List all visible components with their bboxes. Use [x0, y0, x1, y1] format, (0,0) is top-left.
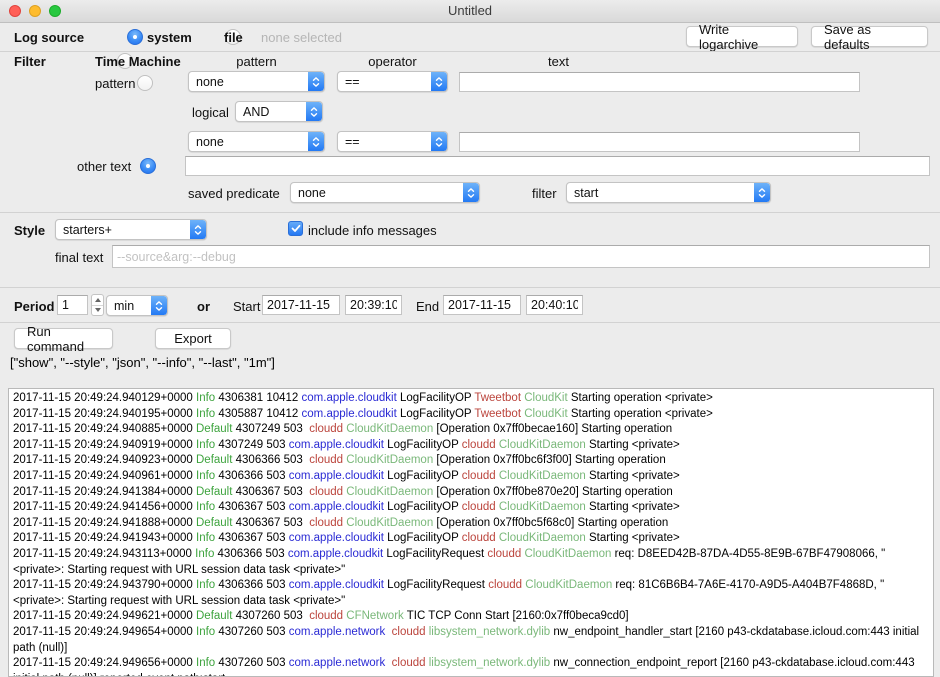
window-title: Untitled	[0, 3, 940, 18]
separator	[0, 287, 940, 288]
operator-1-select[interactable]: ==	[337, 71, 448, 92]
file-none-selected-text: none selected	[261, 30, 342, 45]
log-line: 2017-11-15 20:49:24.949656+0000 Info 430…	[13, 656, 929, 677]
log-line: 2017-11-15 20:49:24.949621+0000 Default …	[13, 609, 929, 625]
chevron-up-down-icon	[431, 72, 447, 91]
include-info-label: include info messages	[308, 223, 437, 238]
run-command-button[interactable]: Run command	[14, 328, 113, 349]
log-line: 2017-11-15 20:49:24.940195+0000 Info 430…	[13, 407, 929, 423]
end-label: End	[416, 299, 439, 314]
log-source-system-radio[interactable]	[127, 29, 143, 45]
period-value-input[interactable]	[57, 295, 88, 315]
separator	[0, 51, 940, 52]
pattern-1-select[interactable]: none	[188, 71, 325, 92]
log-source-label: Log source	[14, 30, 84, 45]
app-window: Untitled Log source system file none sel…	[0, 0, 940, 677]
chevron-up-down-icon	[308, 132, 324, 151]
filter-label: Filter	[14, 54, 46, 69]
period-label: Period	[14, 299, 54, 314]
log-line: 2017-11-15 20:49:24.943113+0000 Info 430…	[13, 547, 929, 578]
text-1-input[interactable]	[459, 72, 860, 92]
chevron-up-down-icon	[190, 220, 206, 239]
text-2-input[interactable]	[459, 132, 860, 152]
log-line: 2017-11-15 20:49:24.941384+0000 Default …	[13, 485, 929, 501]
save-as-defaults-button[interactable]: Save as defaults	[811, 26, 928, 47]
log-line: 2017-11-15 20:49:24.940129+0000 Info 430…	[13, 391, 929, 407]
include-info-checkbox[interactable]	[288, 221, 303, 236]
end-date-input[interactable]	[443, 295, 521, 315]
chevron-up-down-icon	[463, 183, 479, 202]
log-source-file-label: file	[224, 30, 243, 45]
chevron-up-down-icon	[308, 72, 324, 91]
log-line: 2017-11-15 20:49:24.941888+0000 Default …	[13, 516, 929, 532]
pattern-radio[interactable]	[137, 75, 153, 91]
command-preview-text: ["show", "--style", "json", "--info", "-…	[10, 355, 275, 370]
filter-select[interactable]: start	[566, 182, 771, 203]
stepper-down-icon[interactable]	[92, 305, 103, 316]
log-source-system-label: system	[147, 30, 192, 45]
write-logarchive-button[interactable]: Write logarchive	[686, 26, 798, 47]
time-machine-label: Time Machine	[95, 54, 181, 69]
log-line: 2017-11-15 20:49:24.949654+0000 Info 430…	[13, 625, 929, 656]
separator	[0, 322, 940, 323]
log-line: 2017-11-15 20:49:24.940885+0000 Default …	[13, 422, 929, 438]
export-button[interactable]: Export	[155, 328, 231, 349]
chevron-up-down-icon	[431, 132, 447, 151]
start-time-input[interactable]	[345, 295, 402, 315]
filter-select-label: filter	[532, 186, 557, 201]
chevron-up-down-icon	[151, 296, 167, 315]
final-text-label: final text	[55, 250, 103, 265]
saved-predicate-select[interactable]: none	[290, 182, 480, 203]
start-date-input[interactable]	[262, 295, 340, 315]
log-line: 2017-11-15 20:49:24.940919+0000 Info 430…	[13, 438, 929, 454]
separator	[0, 212, 940, 213]
period-unit-select[interactable]: min	[106, 295, 168, 316]
start-label: Start	[233, 299, 260, 314]
title-bar[interactable]: Untitled	[0, 0, 940, 23]
logical-label: logical	[192, 105, 229, 120]
log-line: 2017-11-15 20:49:24.943790+0000 Info 430…	[13, 578, 929, 609]
chevron-up-down-icon	[306, 102, 322, 121]
chevron-up-down-icon	[754, 183, 770, 202]
log-line: 2017-11-15 20:49:24.940961+0000 Info 430…	[13, 469, 929, 485]
other-text-input[interactable]	[185, 156, 930, 176]
pattern-radio-label: pattern	[95, 76, 135, 91]
other-text-label: other text	[77, 159, 131, 174]
end-time-input[interactable]	[526, 295, 583, 315]
operator-2-select[interactable]: ==	[337, 131, 448, 152]
style-select[interactable]: starters+	[55, 219, 207, 240]
or-label: or	[197, 299, 210, 314]
logical-select[interactable]: AND	[235, 101, 323, 122]
style-label: Style	[14, 223, 45, 238]
operator-column-header: operator	[337, 54, 448, 69]
log-line: 2017-11-15 20:49:24.941456+0000 Info 430…	[13, 500, 929, 516]
stepper-up-icon[interactable]	[92, 295, 103, 305]
log-line: 2017-11-15 20:49:24.940923+0000 Default …	[13, 453, 929, 469]
text-column-header: text	[548, 54, 569, 69]
log-output[interactable]: 2017-11-15 20:49:24.940129+0000 Info 430…	[8, 388, 934, 677]
pattern-2-select[interactable]: none	[188, 131, 325, 152]
other-text-radio[interactable]	[140, 158, 156, 174]
saved-predicate-label: saved predicate	[188, 186, 280, 201]
period-stepper[interactable]	[91, 294, 104, 316]
pattern-column-header: pattern	[188, 54, 325, 69]
log-line: 2017-11-15 20:49:24.941943+0000 Info 430…	[13, 531, 929, 547]
final-text-input[interactable]	[112, 245, 930, 268]
